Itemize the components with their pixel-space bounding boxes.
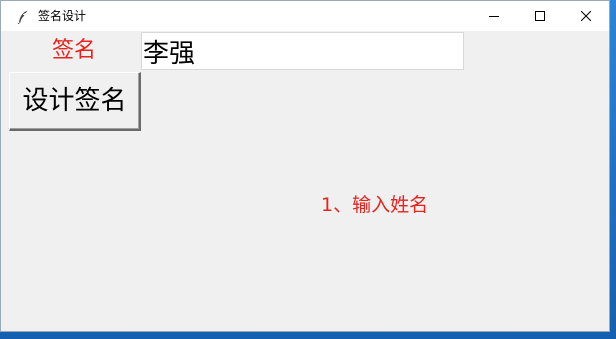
window-title: 签名设计: [38, 9, 87, 23]
maximize-button[interactable]: [517, 1, 563, 31]
window-client-area: 签名 设计签名 1、输入姓名: [8, 31, 609, 331]
minimize-button[interactable]: [471, 1, 517, 31]
maximize-icon: [535, 11, 545, 21]
feather-icon: [17, 9, 29, 25]
minimize-icon: [489, 16, 499, 17]
instruction-hint: 1、输入姓名: [321, 194, 429, 216]
design-signature-button[interactable]: 设计签名: [9, 72, 141, 131]
close-icon: [581, 11, 591, 21]
signature-label: 签名: [51, 38, 96, 63]
app-window: 签名设计 签名 设计签名 1、输入姓名: [0, 0, 610, 332]
title-bar[interactable]: 签名设计: [1, 1, 609, 31]
close-button[interactable]: [563, 1, 609, 31]
name-input[interactable]: [141, 32, 464, 70]
